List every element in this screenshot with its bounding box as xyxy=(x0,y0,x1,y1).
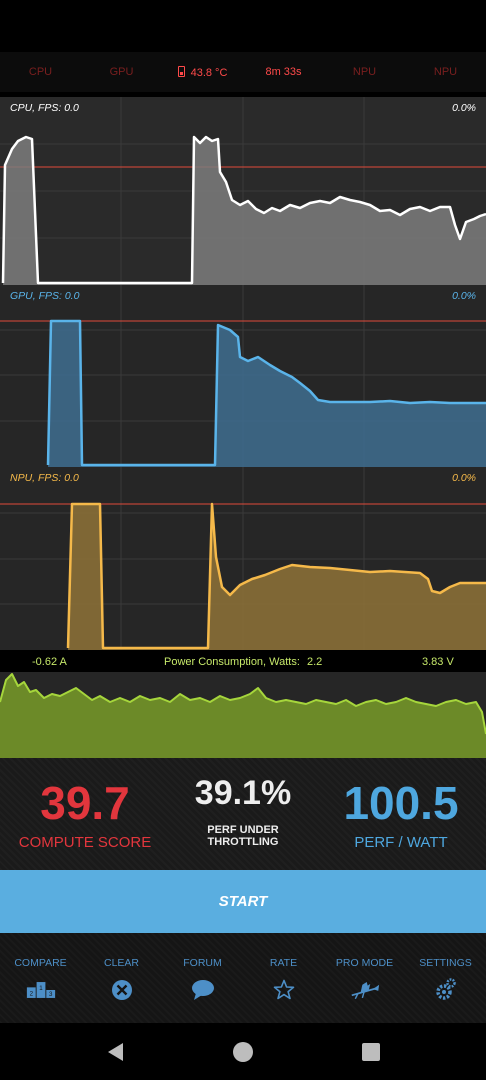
cpu-graph-plot xyxy=(0,97,486,285)
svg-text:2: 2 xyxy=(29,990,33,997)
npu-indicator-1: NPU xyxy=(352,66,377,78)
home-icon[interactable] xyxy=(232,1041,254,1068)
nav-compare[interactable]: COMPARE 213 xyxy=(0,933,81,1023)
nav-rate[interactable]: RATE xyxy=(243,933,324,1023)
gpu-indicator: GPU xyxy=(109,66,134,78)
nav-pro-mode[interactable]: PRO MODE xyxy=(324,933,405,1023)
npu-graph-label: NPU, FPS: 0.0 xyxy=(10,472,79,484)
power-header: -0.62 A Power Consumption, Watts: 2.2 3.… xyxy=(0,652,486,672)
throttling-score: 39.1% PERF UNDER THROTTLING xyxy=(168,776,318,848)
npu-graph-percent: 0.0% xyxy=(452,472,476,484)
power-title: Power Consumption, Watts: xyxy=(164,656,300,668)
elapsed-time: 8m 33s xyxy=(265,66,302,78)
gpu-graph: GPU, FPS: 0.0 0.0% xyxy=(0,285,486,467)
compute-score-label: COMPUTE SCORE xyxy=(18,834,152,851)
perf-watt-score: 100.5 PERF / WATT xyxy=(326,780,476,851)
svg-text:3: 3 xyxy=(48,991,52,998)
cpu-graph: CPU, FPS: 0.0 0.0% xyxy=(0,97,486,285)
clear-circle-icon xyxy=(107,978,137,1002)
start-button[interactable]: START xyxy=(0,870,486,933)
back-icon[interactable] xyxy=(105,1041,125,1068)
npu-graph-plot xyxy=(0,467,486,650)
throttling-value: 39.1% xyxy=(194,774,292,812)
nav-clear-label: CLEAR xyxy=(103,957,139,969)
voltage-readout: 3.83 V xyxy=(422,656,454,668)
gears-icon xyxy=(431,978,461,1002)
perf-watt-label: PERF / WATT xyxy=(354,834,448,851)
nav-settings-label: SETTINGS xyxy=(419,957,472,969)
throttling-label-line2: THROTTLING xyxy=(207,836,279,849)
nav-rate-label: RATE xyxy=(269,957,298,969)
battery-icon xyxy=(177,65,185,77)
nav-clear[interactable]: CLEAR xyxy=(81,933,162,1023)
system-nav-bar xyxy=(0,1023,486,1080)
gpu-graph-label: GPU, FPS: 0.0 xyxy=(10,290,80,302)
witch-icon xyxy=(350,978,380,1002)
podium-icon: 213 xyxy=(26,978,56,1002)
gpu-graph-plot xyxy=(0,285,486,467)
top-status-row: CPU GPU 43.8 °C 8m 33s NPU NPU xyxy=(0,52,486,92)
cpu-graph-percent: 0.0% xyxy=(452,102,476,114)
svg-text:1: 1 xyxy=(39,985,43,992)
cpu-graph-label: CPU, FPS: 0.0 xyxy=(10,102,79,114)
temperature-readout: 43.8 °C xyxy=(162,65,243,79)
chat-bubble-icon xyxy=(188,978,218,1002)
nav-forum[interactable]: FORUM xyxy=(162,933,243,1023)
bottom-nav: COMPARE 213 CLEAR FORUM RATE PRO MODE SE… xyxy=(0,933,486,1023)
nav-pro-mode-label: PRO MODE xyxy=(335,957,394,969)
cpu-indicator: CPU xyxy=(28,66,53,78)
nav-settings[interactable]: SETTINGS xyxy=(405,933,486,1023)
npu-graph: NPU, FPS: 0.0 0.0% xyxy=(0,467,486,650)
throttling-label: PERF UNDER THROTTLING xyxy=(168,824,318,848)
power-graph-plot xyxy=(0,673,486,758)
score-panel: 39.7 COMPUTE SCORE 39.1% PERF UNDER THRO… xyxy=(0,758,486,870)
nav-forum-label: FORUM xyxy=(183,957,222,969)
status-bar xyxy=(0,0,486,52)
npu-indicator-2: NPU xyxy=(433,66,458,78)
star-icon xyxy=(269,978,299,1002)
recents-icon[interactable] xyxy=(361,1041,381,1068)
compute-score: 39.7 COMPUTE SCORE xyxy=(10,780,160,851)
temperature-value: 43.8 °C xyxy=(190,66,228,79)
app-root: CPU GPU 43.8 °C 8m 33s NPU NPU CPU, FPS:… xyxy=(0,0,486,1080)
power-graph xyxy=(0,672,486,758)
power-watts: 2.2 xyxy=(307,656,323,668)
current-readout: -0.62 A xyxy=(32,656,67,668)
compute-score-value: 39.7 xyxy=(40,777,130,829)
throttling-label-line1: PERF UNDER xyxy=(207,824,279,836)
nav-compare-label: COMPARE xyxy=(14,957,67,969)
perf-watt-value: 100.5 xyxy=(343,777,459,829)
gpu-graph-percent: 0.0% xyxy=(452,290,476,302)
